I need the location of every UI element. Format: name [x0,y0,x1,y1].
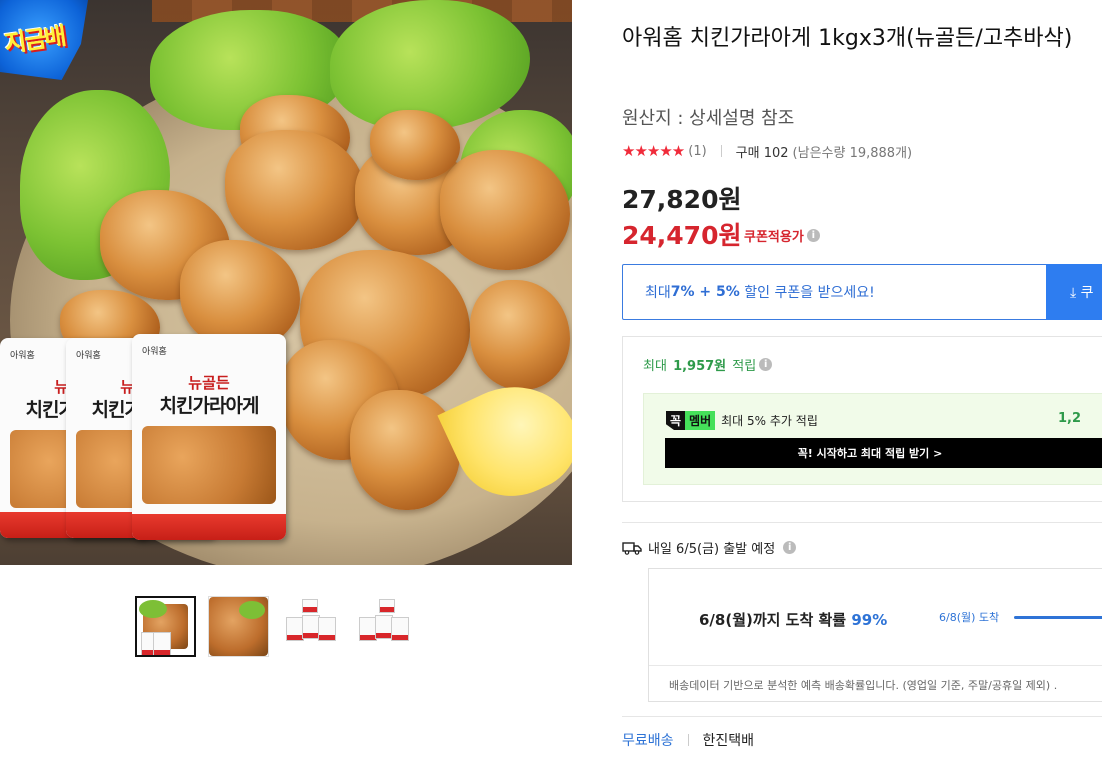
info-icon[interactable]: i [806,229,820,242]
package-line2: 치킨가라아게 [159,395,260,417]
sale-price: 24,470원 [622,221,742,250]
thumbnail-lettuce [239,601,265,619]
courier-name: 한진택배 [702,733,755,749]
product-main-image: 아워홈 뉴골든 치킨가라아게 아워홈 뉴골든 치킨가라아게 아워홈 뉴골든 치킨… [0,0,572,565]
member-reward-amount: 1,2 [1058,411,1082,426]
divider [622,716,1102,717]
coupon-price-label: 쿠폰적용가 i [744,226,820,245]
rating-row: ★★★★★ (1) 구매 102 (남은수량 19,888개) [622,142,913,161]
package-footer [132,514,286,540]
purchase-count: 구매 102 [735,145,789,161]
package-line1: 뉴골든 [188,374,230,392]
promo-badge: 지금배 [0,0,88,80]
divider [687,734,689,746]
thumbnail-pack [391,617,409,641]
package-food-photo [142,426,276,504]
product-title: 아워홈 치킨가라아게 1kgx3개(뉴골든/고추바삭) [622,26,1073,51]
remaining-stock: (남은수량 19,888개) [792,145,913,161]
member-reward-text: 최대 5% 추가 적립 [721,414,818,428]
rating-stars: ★★★★★ [622,142,685,160]
arrival-probability-bar [1014,616,1102,619]
arrival-percent: 99% [851,611,888,629]
thumbnail-lettuce [139,600,167,618]
divider [720,145,722,157]
chicken-piece [370,110,460,180]
member-header: 꼭 멤버 최대 5% 추가 적립 [666,411,818,430]
arrival-main: 6/8(월)까지 도착 확률 [699,611,852,629]
package-brand: 아워홈 [142,347,167,357]
thumbnail-2[interactable] [208,596,269,657]
arrival-mini-label: 6/8(월) 도착 [939,611,1000,624]
reward-amount: 1,957원 [673,359,727,374]
coupon-pct-2: 5% [716,284,740,300]
review-count-link[interactable]: (1) [688,144,706,159]
package-brand: 아워홈 [10,351,35,361]
delivery-info-row: 무료배송 한진택배 [622,730,754,750]
arrival-text: 6/8(월)까지 도착 확률 99% [699,609,887,630]
free-shipping-label: 무료배송 [622,733,674,749]
member-tag-ggok: 꼭 [666,411,686,430]
member-tag-member: 멤버 [685,411,716,430]
thumbnail-pack [379,599,395,613]
coupon-price-text: 쿠폰적용가 [744,230,804,245]
thumbnail-pack [302,599,318,613]
arrival-probability-box: 6/8(월)까지 도착 확률 99% 6/8(월) 도착 배송데이터 기반으로 … [648,568,1102,702]
info-icon[interactable]: i [759,358,773,371]
thumbnail-3[interactable] [281,596,342,657]
thumbnail-list [135,596,415,657]
arrival-note: 배송데이터 기반으로 분석한 예측 배송확률입니다. (영업일 기준, 주말/공… [649,665,1102,701]
reward-suffix: 적립 [728,359,757,374]
reward-box: 최대 1,957원 적립 i 꼭 멤버 최대 5% 추가 적립 1,2 꼭! 시… [622,336,1102,502]
truck-icon [622,541,642,555]
member-start-button[interactable]: 꼭! 시작하고 최대 적립 받기 > [665,438,1102,468]
member-reward-box: 꼭 멤버 최대 5% 추가 적립 1,2 꼭! 시작하고 최대 적립 받기 > [643,393,1102,485]
reward-prefix: 최대 [643,359,672,374]
coupon-download-button[interactable]: ⤓ 쿠 [1046,264,1102,320]
coupon-pct-1: 7% [670,284,695,300]
coupon-banner[interactable]: 최대 7% + 5% 할인 쿠폰을 받으세요! [622,264,1048,320]
shipping-depart: 내일 6/5(금) 출발 예정 i [622,538,797,557]
coupon-prefix: 최대 [645,285,671,301]
thumbnail-4[interactable] [354,596,415,657]
coupon-suffix: 할인 쿠폰을 받으세요! [739,285,875,301]
thumbnail-pack [153,632,171,655]
reward-line: 최대 1,957원 적립 i [643,355,773,374]
promo-badge-text: 지금배 [2,21,67,59]
coupon-plus: + [694,284,717,300]
shipping-depart-text: 내일 6/5(금) 출발 예정 [648,542,776,557]
product-origin: 원산지 : 상세설명 참조 [622,108,795,129]
product-package: 아워홈 뉴골든 치킨가라아게 [132,334,286,540]
divider [622,522,1102,523]
package-brand: 아워홈 [76,351,101,361]
original-price: 27,820원 [622,185,742,214]
thumbnail-1[interactable] [135,596,196,657]
thumbnail-pack [318,617,336,641]
info-icon[interactable]: i [783,541,797,554]
